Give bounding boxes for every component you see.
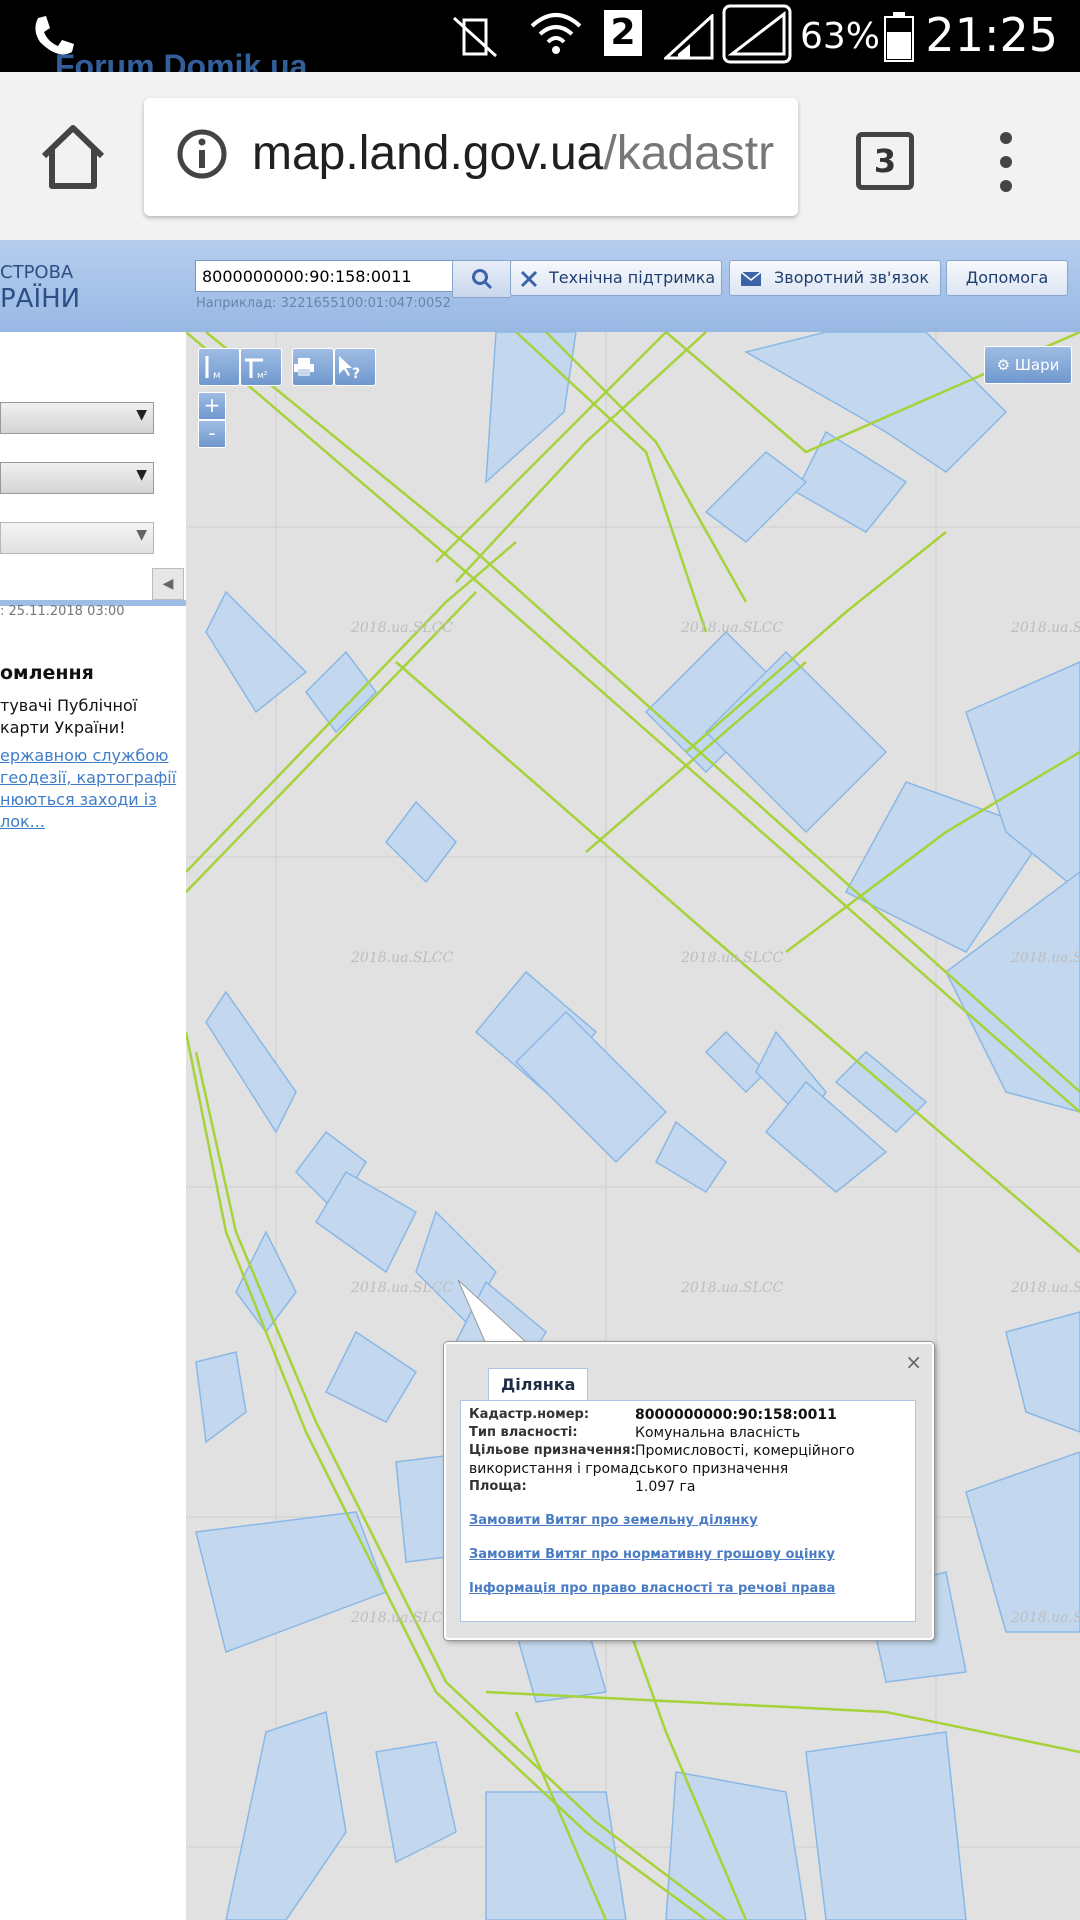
notice-link[interactable]: нюються заходи із bbox=[0, 790, 157, 809]
identify-button[interactable]: ? bbox=[334, 348, 376, 386]
tile-watermark: 2018.ua.SLCC bbox=[350, 1280, 453, 1296]
battery-percent: 63% bbox=[799, 16, 880, 57]
vibrate-mute-icon bbox=[452, 16, 498, 58]
order-parcel-extract-link[interactable]: Замовити Витяг про земельну ділянку bbox=[469, 1513, 758, 1528]
address-bar[interactable]: map.land.gov.ua/kadastr bbox=[144, 98, 798, 216]
cadastre-search-input[interactable] bbox=[195, 260, 461, 292]
url-path: /kadastr bbox=[603, 127, 775, 180]
pointer-question-icon: ? bbox=[339, 356, 360, 380]
printer-icon bbox=[294, 358, 314, 376]
collapse-panel-button[interactable]: ◀ bbox=[152, 568, 184, 600]
ruler-icon: м bbox=[205, 356, 221, 380]
tile-watermark: 2018.ua.SLCC bbox=[680, 1280, 783, 1296]
site-title-line2: РАЇНИ bbox=[0, 284, 81, 314]
measure-distance-button[interactable]: м bbox=[198, 348, 240, 386]
sim-slot-badge: 2 bbox=[604, 10, 642, 56]
purpose-value: Промисловості, комерційного bbox=[635, 1443, 855, 1459]
signal-icon bbox=[664, 14, 714, 60]
measure-area-button[interactable]: м² bbox=[240, 348, 282, 386]
ownership-rights-link[interactable]: Інформація про право власності та речові… bbox=[469, 1581, 835, 1596]
search-example-hint: Наприклад: 3221655100:01:047:0052 bbox=[196, 296, 451, 311]
notice-line: карти України! bbox=[0, 718, 126, 737]
url-text[interactable]: map.land.gov.ua/kadastr bbox=[252, 126, 774, 181]
battery-icon bbox=[884, 12, 914, 62]
tile-watermark: 2018.ua.SLCC bbox=[350, 950, 453, 966]
dropdown-arrow-icon: ▼ bbox=[136, 467, 147, 483]
search-icon bbox=[472, 269, 493, 290]
help-button[interactable]: Допомога bbox=[946, 260, 1068, 296]
close-icon[interactable]: × bbox=[905, 1350, 922, 1374]
field-label: Кадастр.номер: bbox=[469, 1407, 590, 1422]
tab-switcher-button[interactable]: 3 bbox=[856, 132, 914, 190]
notice-link[interactable]: лок... bbox=[0, 812, 45, 831]
svg-text:м: м bbox=[213, 370, 221, 380]
notice-link[interactable]: ержавною службою bbox=[0, 746, 168, 765]
url-host: map.land.gov.ua bbox=[252, 127, 604, 180]
tile-watermark: 2018.ua.SLCC bbox=[350, 620, 453, 636]
notice-link[interactable]: геодезії, картографії bbox=[0, 768, 176, 787]
layers-label: Шари bbox=[1014, 356, 1060, 374]
feedback-label: Зворотний зв'язок bbox=[774, 268, 930, 287]
svg-text:м²: м² bbox=[257, 371, 268, 380]
browser-toolbar: map.land.gov.ua/kadastr 3 bbox=[0, 72, 1080, 240]
purpose-value-continued: використання і громадського призначення bbox=[469, 1461, 789, 1477]
tech-support-label: Технічна підтримка bbox=[549, 268, 716, 287]
field-label: Площа: bbox=[469, 1479, 527, 1494]
tile-watermark: 2018.ua.SLCC bbox=[350, 1610, 453, 1626]
zoom-out-button[interactable]: - bbox=[198, 420, 226, 448]
filter-dropdown-3[interactable]: ▼ bbox=[0, 522, 154, 554]
print-button[interactable] bbox=[292, 348, 334, 386]
home-icon[interactable] bbox=[38, 122, 108, 192]
tab-parcel[interactable]: Ділянка bbox=[488, 1368, 589, 1401]
parcels bbox=[195, 332, 1080, 1920]
map-canvas[interactable]: 2018.ua.SLCC 2018.ua.SLCC 2018.ua.SLCC 2… bbox=[186, 332, 1080, 1920]
zoom-in-button[interactable]: + bbox=[198, 392, 226, 420]
feedback-button[interactable]: Зворотний зв'язок bbox=[729, 260, 941, 296]
gear-icon: ⚙ bbox=[996, 356, 1011, 374]
dropdown-arrow-icon: ▼ bbox=[136, 527, 147, 543]
app-header: СТРОВА РАЇНИ Наприклад: 3221655100:01:04… bbox=[0, 240, 1080, 333]
search-button[interactable] bbox=[452, 260, 512, 298]
cadastre-number-value: 8000000000:90:158:0011 bbox=[635, 1407, 837, 1423]
field-label: Тип власності: bbox=[469, 1425, 578, 1440]
notice-title: омлення bbox=[0, 662, 94, 684]
tech-support-button[interactable]: Технічна підтримка bbox=[510, 260, 722, 296]
ownership-value: Комунальна власність bbox=[635, 1425, 801, 1441]
signal-icon-2 bbox=[722, 4, 792, 64]
order-valuation-extract-link[interactable]: Замовити Витяг про нормативну грошову оц… bbox=[469, 1547, 835, 1562]
parcel-info-popup: × Ділянка Кадастр.номер: 8000000000:90:1… bbox=[444, 1342, 934, 1640]
envelope-icon bbox=[740, 271, 762, 286]
tools-icon bbox=[520, 270, 538, 288]
update-time: : 25.11.2018 03:00 bbox=[0, 604, 125, 619]
cadastral-map[interactable]: 2018.ua.SLCC 2018.ua.SLCC 2018.ua.SLCC 2… bbox=[186, 332, 1080, 1920]
layers-button[interactable]: ⚙ Шари bbox=[984, 346, 1072, 384]
info-icon[interactable] bbox=[176, 128, 228, 180]
tile-watermark: 2018.ua.SLCC bbox=[1010, 1280, 1080, 1296]
site-title-line1: СТРОВА bbox=[0, 262, 74, 283]
area-ruler-icon: м² bbox=[245, 358, 268, 380]
svg-text:?: ? bbox=[352, 366, 360, 380]
tile-watermark: 2018.ua.SLCC bbox=[680, 620, 783, 636]
filter-dropdown-1[interactable]: ▼ bbox=[0, 402, 154, 434]
tile-watermark: 2018.ua.SLCC bbox=[1010, 620, 1080, 636]
left-panel: ▼ ▼ ▼ ◀ : 25.11.2018 03:00 омлення тувач… bbox=[0, 332, 187, 1920]
overflow-menu-icon[interactable] bbox=[1000, 132, 1014, 192]
filter-dropdown-2[interactable]: ▼ bbox=[0, 462, 154, 494]
popup-body: Кадастр.номер: 8000000000:90:158:0011 Ти… bbox=[460, 1400, 916, 1622]
area-value: 1.097 га bbox=[635, 1479, 696, 1495]
clock: 21:25 bbox=[925, 8, 1058, 62]
field-label: Цільове призначення: bbox=[469, 1443, 636, 1458]
tile-watermark: 2018.ua.SLCC bbox=[1010, 1610, 1080, 1626]
notice-line: тувачі Публічної bbox=[0, 696, 138, 715]
tile-watermark: 2018.ua.SLCC bbox=[1010, 950, 1080, 966]
tile-watermark: 2018.ua.SLCC bbox=[680, 950, 783, 966]
wifi-icon bbox=[530, 13, 582, 54]
dropdown-arrow-icon: ▼ bbox=[136, 407, 147, 423]
